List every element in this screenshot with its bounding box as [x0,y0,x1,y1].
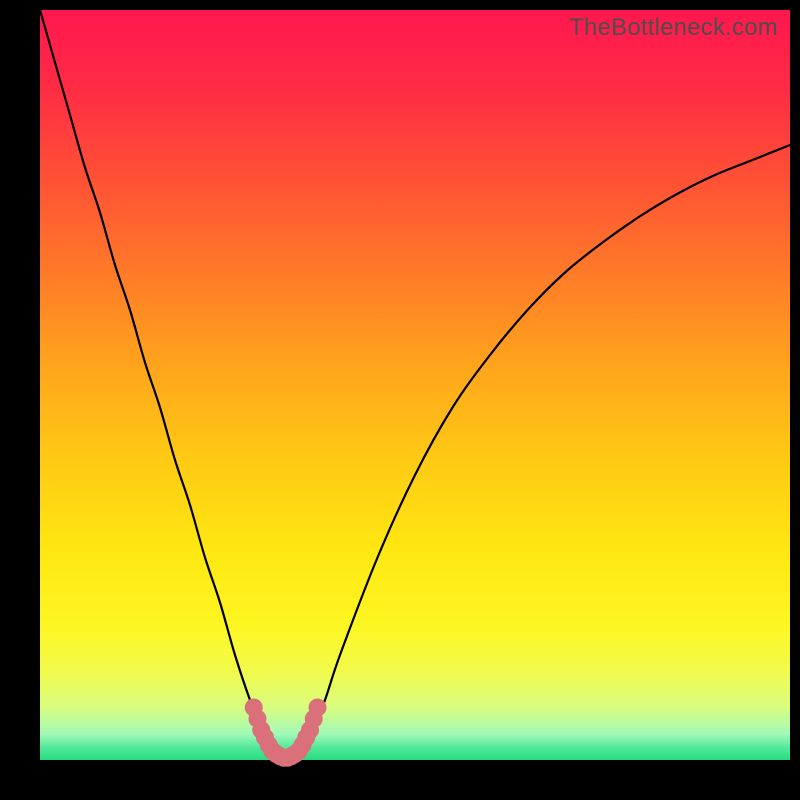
chart-frame: TheBottleneck.com [0,0,800,800]
chart-svg [40,10,790,760]
plot-area: TheBottleneck.com [40,10,790,760]
watermark-text: TheBottleneck.com [569,14,778,42]
optimal-marker-dot [309,699,327,717]
